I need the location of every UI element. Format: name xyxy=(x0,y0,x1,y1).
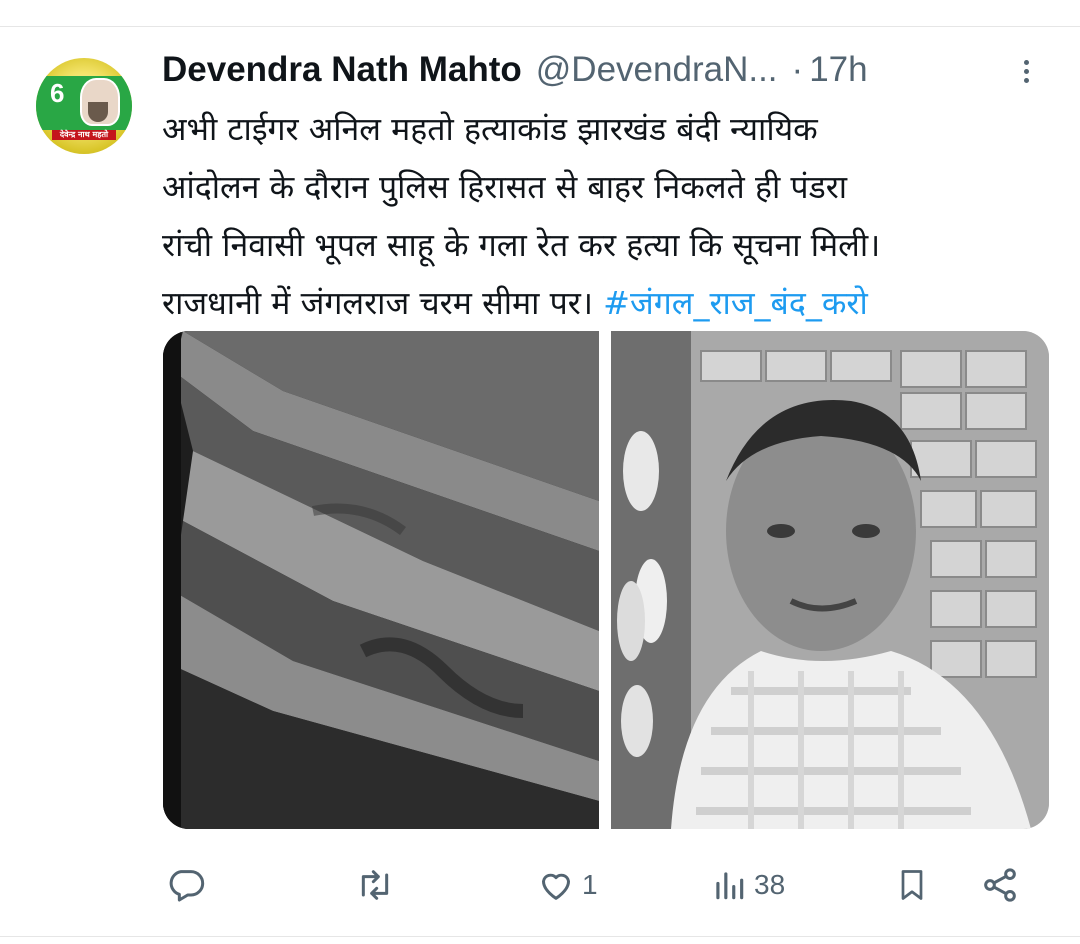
tweet-line-4-text: राजधानी में जंगलराज चरम सीमा पर। xyxy=(162,284,593,322)
tweet-line-1: अभी टाईगर अनिल महतो हत्याकांड झारखंड बंद… xyxy=(162,110,818,148)
more-icon[interactable] xyxy=(1016,56,1036,90)
reply-icon xyxy=(169,870,205,902)
reply-button[interactable] xyxy=(166,850,212,920)
retweet-button[interactable] xyxy=(354,850,402,920)
views-button[interactable]: 38 xyxy=(710,850,785,920)
like-button[interactable]: 1 xyxy=(536,850,598,920)
separator-dot: · xyxy=(791,50,804,89)
avatar-caption: देवेन्द्र नाथ महतो xyxy=(59,130,109,139)
avatar-number: 6 xyxy=(50,78,65,108)
retweet-icon xyxy=(361,870,389,900)
bookmark-button[interactable] xyxy=(894,850,930,920)
avatar-beard xyxy=(88,102,108,122)
tweet-header: Devendra Nath Mahto @DevendraN... · 17h xyxy=(162,50,868,90)
like-count: 1 xyxy=(582,869,598,900)
avatar[interactable]: 6 देवेन्द्र नाथ महतो xyxy=(36,58,132,154)
author-handle[interactable]: @DevendraN... xyxy=(536,50,778,90)
tweet-line-2: आंदोलन के दौरान पुलिस हिरासत से बाहर निक… xyxy=(162,168,848,206)
tweet-text: अभी टाईगर अनिल महतो हत्याकांड झारखंड बंद… xyxy=(162,100,1052,332)
tweet-line-3: रांची निवासी भूपल साहू के गला रेत कर हत्… xyxy=(162,226,881,264)
share-button[interactable] xyxy=(980,850,1020,920)
like-icon xyxy=(542,873,570,900)
timestamp[interactable]: 17h xyxy=(809,50,867,90)
author-name[interactable]: Devendra Nath Mahto xyxy=(162,50,522,90)
bottom-divider xyxy=(0,936,1080,937)
share-icon xyxy=(984,868,1016,902)
action-bar: 1 38 xyxy=(0,850,1080,920)
man-illustration xyxy=(611,331,1049,829)
bookmark-icon xyxy=(901,870,923,900)
photo-steps[interactable] xyxy=(163,331,599,829)
views-count: 38 xyxy=(754,869,786,900)
top-divider xyxy=(0,26,1080,27)
views-icon xyxy=(716,872,744,900)
photo-man[interactable] xyxy=(611,331,1049,829)
hashtag-link[interactable]: #जंगल_राज_बंद_करो xyxy=(603,284,868,322)
media-grid xyxy=(163,331,1049,829)
steps-illustration xyxy=(163,331,599,829)
media-gap xyxy=(599,331,611,829)
tweet-line-4: राजधानी में जंगलराज चरम सीमा पर। #जंगल_र… xyxy=(162,274,1052,332)
